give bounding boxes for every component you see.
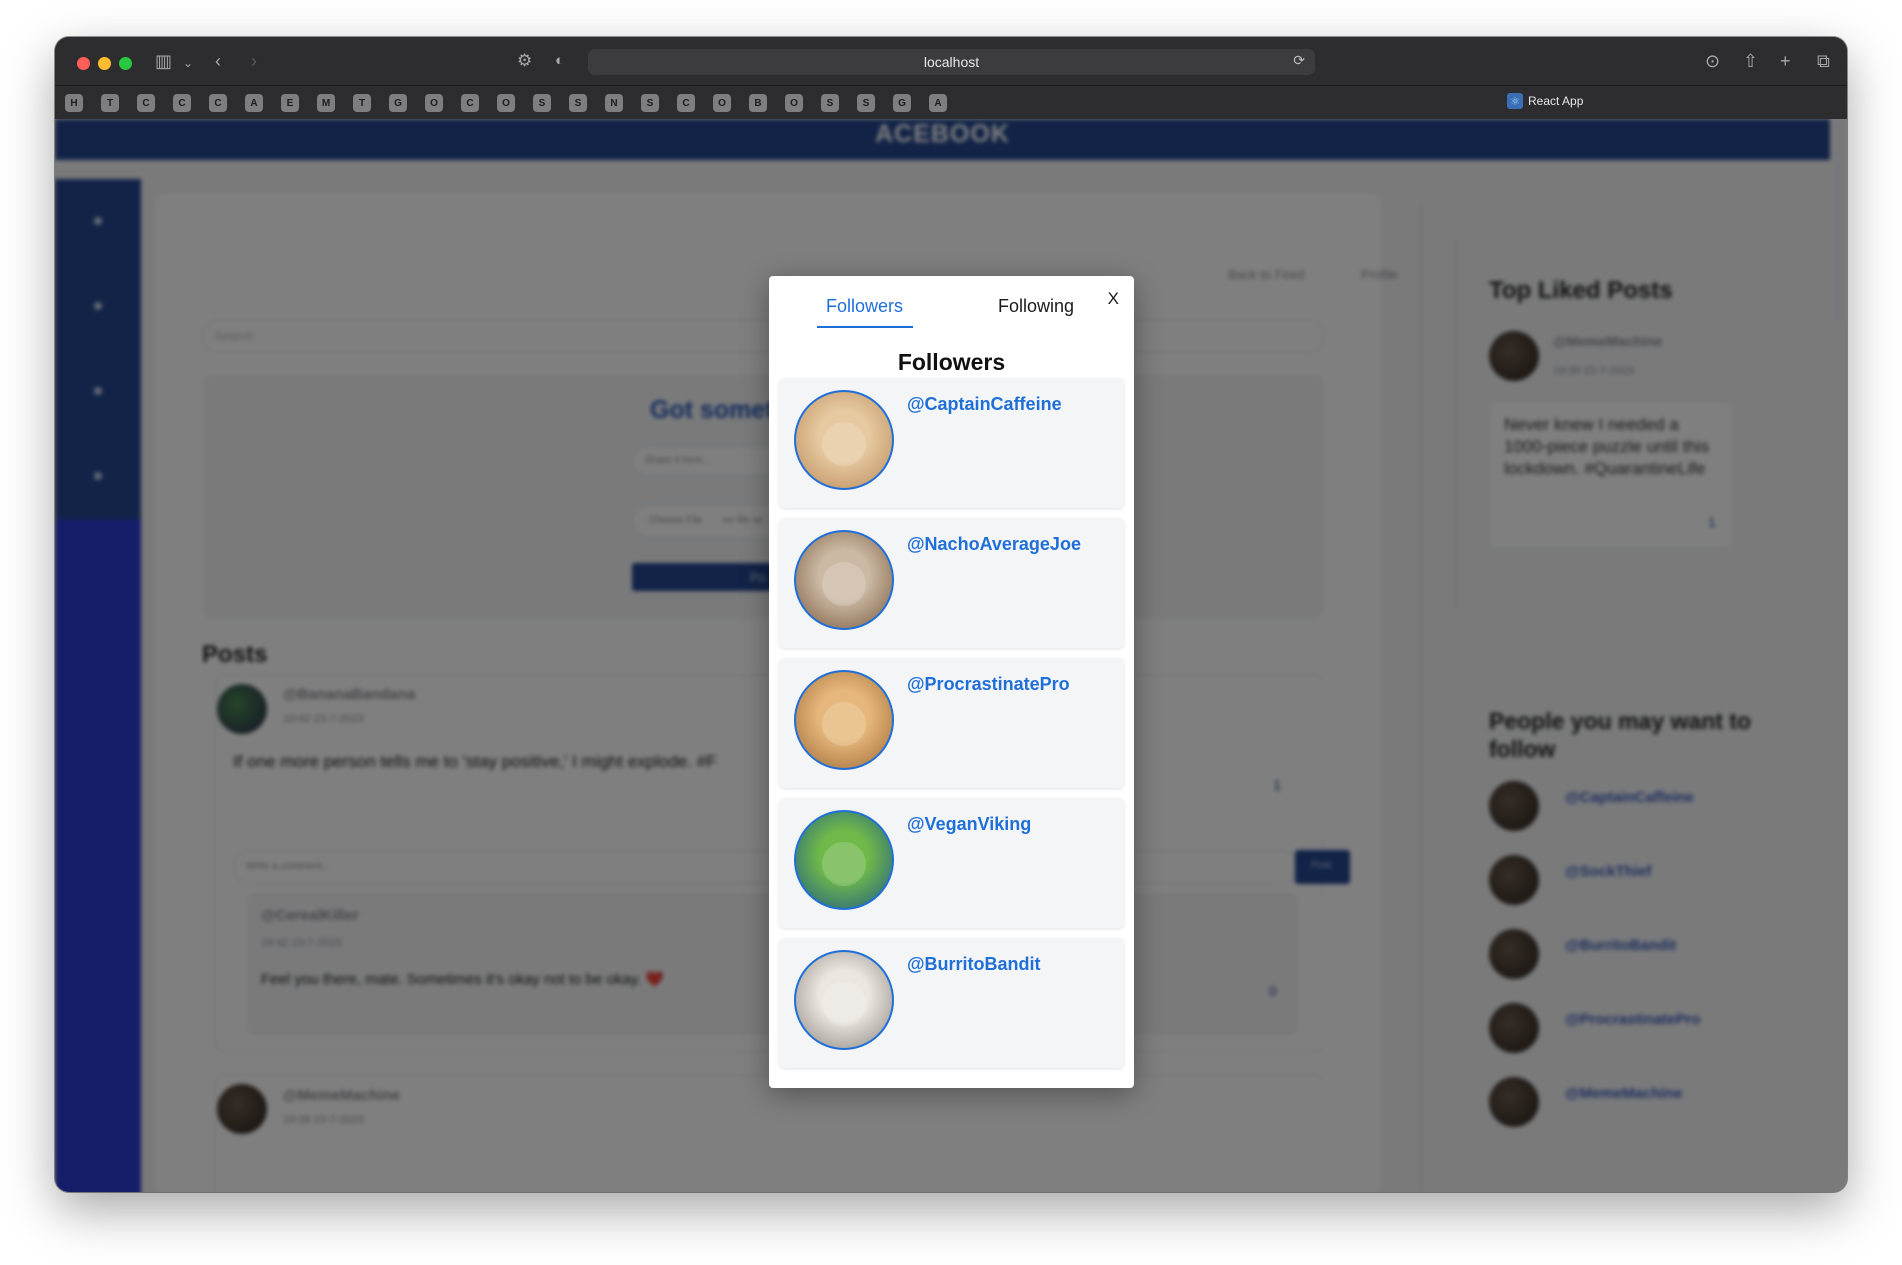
close-modal-button[interactable]: X [1108,289,1119,309]
follower-avatar[interactable] [794,810,894,910]
favorite-bookmark-icon[interactable]: C [137,94,155,112]
browser-window: ▥ ⌄ ‹ › ⚙ ◐ localhost ⟳ ⊙ ⇧ + ⧉ HTCCCAEM… [55,37,1847,1192]
follower-avatar[interactable] [794,670,894,770]
window-controls [77,57,132,70]
favorite-bookmark-icon[interactable]: S [641,94,659,112]
follower-item[interactable]: @VeganViking [779,798,1124,928]
follower-handle[interactable]: @VeganViking [907,814,1031,835]
favorite-bookmark-icon[interactable]: O [497,94,515,112]
gear-icon[interactable]: ⚙ [517,50,532,72]
follower-item[interactable]: @NachoAverageJoe [779,518,1124,648]
favorite-bookmark-icon[interactable]: S [857,94,875,112]
favorite-bookmark-icon[interactable]: M [317,94,335,112]
minimize-window-button[interactable] [98,57,111,70]
caracal-icon [822,562,866,606]
follower-list: @CaptainCaffeine @NachoAverageJoe @Procras… [779,378,1124,1078]
modal-title: Followers [897,349,1006,375]
follower-handle[interactable]: @NachoAverageJoe [907,534,1081,555]
shiba-inu-icon [822,702,866,746]
modal-tabs: Followers Following X [769,276,1134,332]
follower-avatar[interactable] [794,950,894,1050]
favorite-bookmark-icon[interactable]: S [533,94,551,112]
follower-avatar[interactable] [794,390,894,490]
favorite-bookmark-icon[interactable]: S [569,94,587,112]
reload-icon[interactable]: ⟳ [1293,52,1305,69]
favorite-bookmark-icon[interactable]: A [245,94,263,112]
favorite-bookmark-icon[interactable]: T [353,94,371,112]
favorite-bookmark-icon[interactable]: C [461,94,479,112]
forward-arrow-icon[interactable]: › [251,50,257,72]
followers-modal: Followers Following X Followers @Captain… [769,276,1134,1088]
share-icon[interactable]: ⇧ [1743,50,1758,72]
green-parrot-icon [822,842,866,886]
favorite-bookmark-icon[interactable]: E [281,94,299,112]
smiling-cat-icon [822,982,866,1026]
chevron-down-icon[interactable]: ⌄ [183,52,193,74]
favorite-bookmark-icon[interactable]: H [65,94,83,112]
active-tab-indicator [817,326,913,328]
favorite-bookmark-icon[interactable]: G [389,94,407,112]
shield-icon[interactable]: ◐ [555,50,564,72]
favorite-bookmark-icon[interactable]: C [209,94,227,112]
follower-item[interactable]: @ProcrastinatePro [779,658,1124,788]
favorite-bookmark-icon[interactable]: S [821,94,839,112]
follower-handle[interactable]: @ProcrastinatePro [907,674,1070,695]
follower-avatar[interactable] [794,530,894,630]
favorite-bookmark-icon[interactable]: O [425,94,443,112]
favorite-bookmark-icon[interactable]: C [677,94,695,112]
zoom-window-button[interactable] [119,57,132,70]
address-text: localhost [923,54,980,70]
back-arrow-icon[interactable]: ‹ [215,50,221,72]
favorites-bar: HTCCCAEMTGOCOSSNSCOBOSSGA ⚛ React App [55,85,1847,119]
active-tab-title: React App [1528,94,1584,108]
favorite-bookmark-icon[interactable]: G [893,94,911,112]
follower-item[interactable]: @BurritoBandit [779,938,1124,1068]
web-viewport: ACEBOOK Back to Feed Profile Search Got … [55,119,1847,1192]
tab-overview-icon[interactable]: ⧉ [1817,50,1830,72]
favorite-bookmark-icon[interactable]: A [929,94,947,112]
favorite-bookmark-icon[interactable]: N [605,94,623,112]
tab-followers[interactable]: Followers [826,296,903,317]
sidebar-toggle-icon[interactable]: ▥ [155,50,172,72]
follower-handle[interactable]: @BurritoBandit [907,954,1041,975]
close-window-button[interactable] [77,57,90,70]
favorite-bookmark-icon[interactable]: O [785,94,803,112]
favorite-bookmark-icon[interactable]: B [749,94,767,112]
browser-titlebar: ▥ ⌄ ‹ › ⚙ ◐ localhost ⟳ ⊙ ⇧ + ⧉ [55,37,1847,85]
cat-with-sunglasses-icon [822,422,866,466]
download-icon[interactable]: ⊙ [1705,50,1720,72]
page-scrollbar[interactable] [1835,121,1843,321]
follower-handle[interactable]: @CaptainCaffeine [907,394,1062,415]
address-bar[interactable]: localhost ⟳ [588,49,1315,75]
tab-following[interactable]: Following [998,296,1074,317]
favorite-bookmark-icon[interactable]: T [101,94,119,112]
follower-item[interactable]: @CaptainCaffeine [779,378,1124,508]
favorite-bookmark-icon[interactable]: C [173,94,191,112]
favorite-bookmark-icon[interactable]: O [713,94,731,112]
new-tab-icon[interactable]: + [1780,50,1791,72]
active-tab[interactable]: ⚛ React App [1507,93,1583,109]
react-icon: ⚛ [1507,93,1523,109]
